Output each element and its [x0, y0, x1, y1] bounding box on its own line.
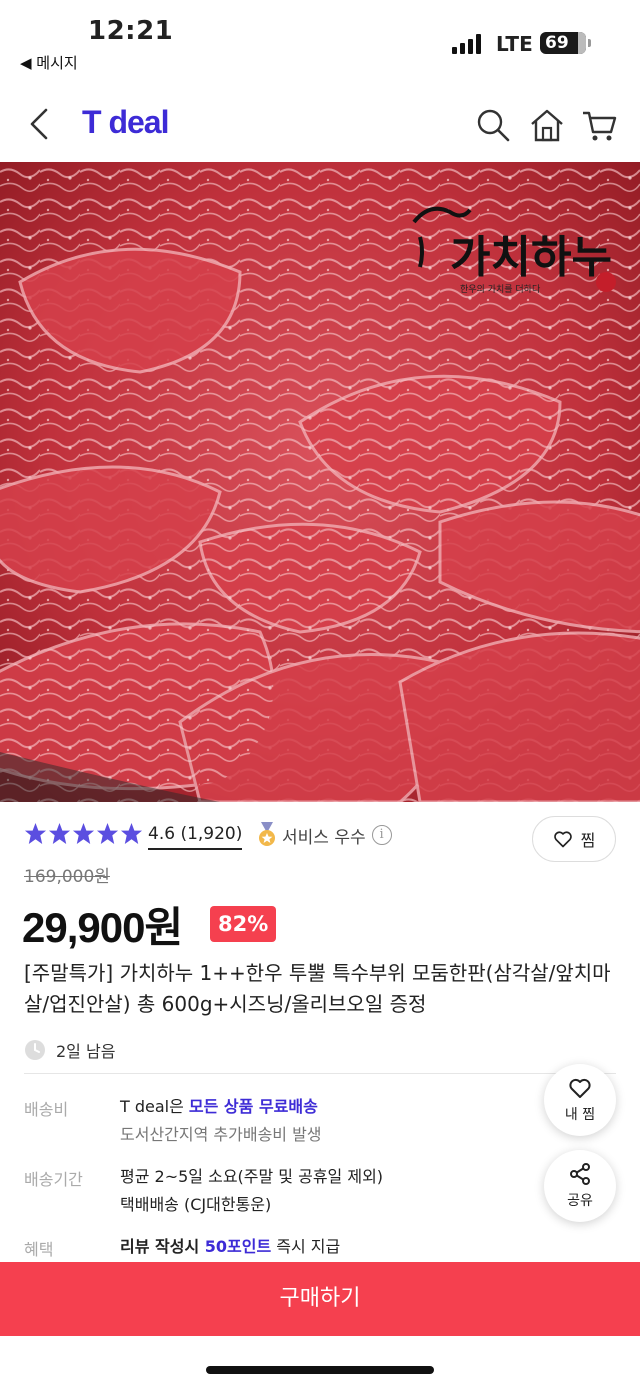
tdeal-logo[interactable]: T deal: [82, 104, 169, 141]
benefit-label: 혜택: [24, 1240, 54, 1259]
product-image[interactable]: 가치하누 한우의 가치를 더하다: [0, 162, 640, 802]
clock-icon: [25, 1040, 45, 1060]
cart-icon[interactable]: [580, 106, 618, 144]
delivery-period-label: 배송기간: [24, 1170, 83, 1189]
heart-outline-icon: [569, 1078, 591, 1098]
remaining-label: 2일 남음: [56, 1042, 116, 1061]
my-wish-button[interactable]: 내 찜: [544, 1064, 616, 1136]
shipping-fee-value: T deal은 모든 상품 무료배송 도서산간지역 추가배송비 발생: [120, 1093, 322, 1149]
battery-level: 69: [545, 33, 569, 53]
info-icon[interactable]: i: [371, 825, 392, 845]
network-type: LTE: [496, 32, 533, 56]
star-icon: [24, 822, 47, 845]
review-count: (1,920): [180, 824, 243, 844]
svg-text:가치하누: 가치하누: [450, 232, 612, 283]
back-arrow-icon[interactable]: [24, 106, 56, 142]
battery-icon: 69: [540, 32, 591, 54]
delivery-period-line1: 평균 2~5일 소요(주말 및 공휴일 제외): [120, 1167, 384, 1186]
rating-stars: [24, 822, 144, 846]
rating-row: 4.6 (1,920) 서비스 우수 i 찜: [24, 816, 616, 862]
shipping-fee-label: 배송비: [24, 1100, 69, 1119]
status-time: 12:21: [88, 16, 174, 46]
my-wish-label: 내 찜: [564, 1107, 596, 1123]
share-button[interactable]: 공유: [544, 1150, 616, 1222]
status-bar: 12:21 ◀ 메시지 LTE 69: [0, 0, 640, 80]
wish-button[interactable]: 찜: [532, 816, 616, 862]
shipping-fee-note: 도서산간지역 추가배송비 발생: [120, 1125, 322, 1144]
home-indicator: [206, 1366, 434, 1374]
time-remaining: 2일 남음: [24, 1038, 115, 1062]
discount-badge: 82%: [210, 906, 277, 942]
delivery-period-value: 평균 2~5일 소요(주말 및 공휴일 제외) 택배배송 (CJ대한통운): [120, 1163, 383, 1219]
search-icon[interactable]: [474, 106, 512, 144]
back-to-app-link[interactable]: ◀ 메시지: [20, 52, 78, 73]
buy-button[interactable]: 구매하기: [0, 1262, 640, 1336]
benefit-bold: 리뷰 작성시: [120, 1237, 205, 1256]
heart-outline-icon: [553, 831, 572, 848]
original-price: 169,000원: [24, 867, 110, 887]
shipping-fee-prefix: T deal은: [120, 1097, 189, 1116]
marbled-beef-photo: 가치하누 한우의 가치를 더하다: [0, 162, 640, 802]
divider: [24, 1073, 616, 1074]
rating-review-link[interactable]: 4.6 (1,920): [148, 824, 243, 850]
home-icon[interactable]: [528, 106, 566, 144]
medal-icon: [259, 822, 275, 846]
service-badge[interactable]: 서비스 우수 i: [256, 822, 392, 848]
top-nav: T deal: [0, 88, 640, 162]
product-title: [주말특가] 가치하누 1++한우 투뿔 특수부위 모둠한판(삼각살/앞치마살/…: [24, 961, 611, 1016]
share-label: 공유: [567, 1193, 593, 1209]
sale-price: 29,900원: [22, 904, 183, 951]
rating-score: 4.6: [148, 824, 176, 844]
svg-text:한우의 가치를 더하다: 한우의 가치를 더하다: [460, 283, 541, 295]
star-icon: [48, 822, 71, 845]
benefit-suffix: 즉시 지급: [271, 1237, 341, 1256]
free-shipping-text: 모든 상품 무료배송: [188, 1097, 318, 1116]
benefit-value: 리뷰 작성시 50포인트 즉시 지급: [120, 1233, 340, 1261]
star-icon: [120, 822, 143, 845]
delivery-period-line2: 택배배송 (CJ대한통운): [120, 1195, 272, 1214]
service-badge-label: 서비스 우수: [282, 827, 366, 848]
wish-label: 찜: [580, 831, 596, 850]
share-icon: [570, 1163, 590, 1185]
signal-icon: [452, 34, 481, 54]
star-icon: [72, 822, 95, 845]
star-icon: [96, 822, 119, 845]
benefit-points: 50포인트: [204, 1237, 272, 1256]
